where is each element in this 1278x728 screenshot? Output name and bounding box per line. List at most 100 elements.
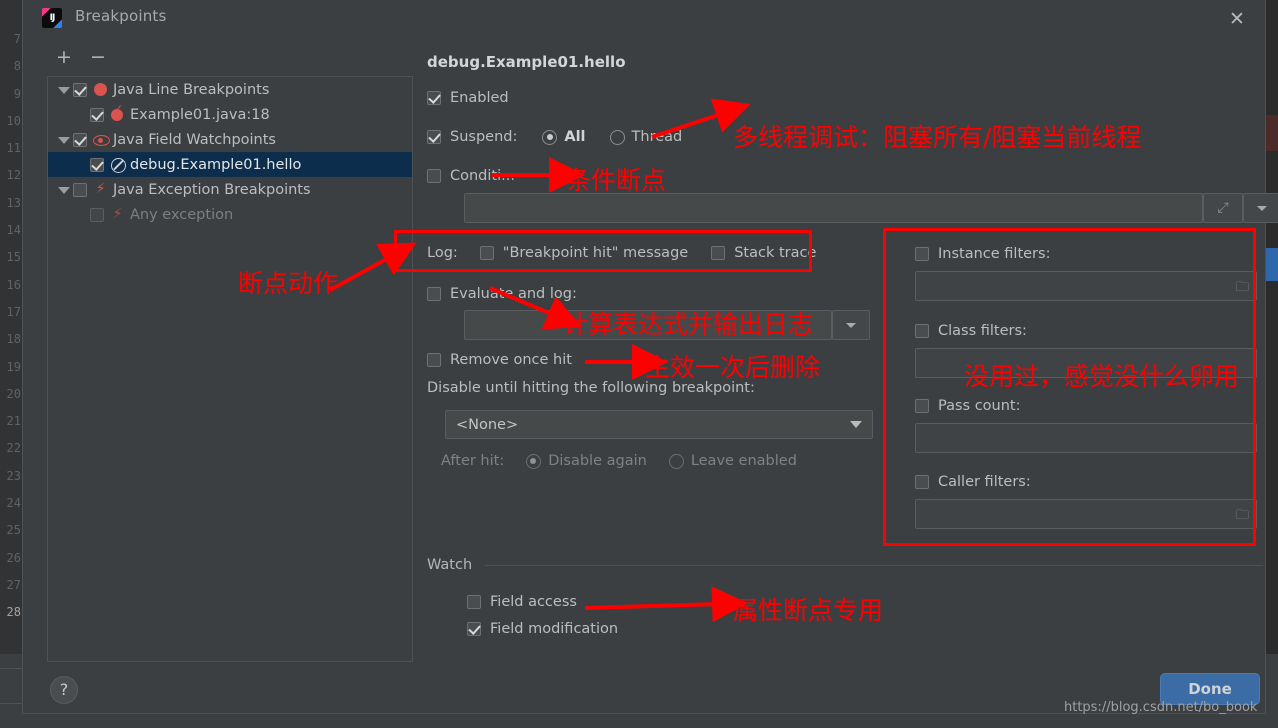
exception-bolt-icon: ⚡ bbox=[95, 181, 106, 197]
log-breakpoint-hit-checkbox[interactable] bbox=[479, 246, 494, 260]
tree-item-checkbox[interactable] bbox=[73, 82, 87, 97]
tree-item-checkbox[interactable] bbox=[73, 182, 87, 197]
chevron-down-icon[interactable] bbox=[56, 183, 70, 197]
suspend-all-radio[interactable] bbox=[542, 129, 558, 145]
annotation-field-watch: 属性断点专用 bbox=[733, 596, 884, 625]
watchpoint-eye-icon bbox=[93, 132, 110, 147]
tree-item-java-exception-breakpoints[interactable]: ⚡ Java Exception Breakpoints bbox=[48, 177, 412, 202]
log-stack-trace-checkbox[interactable] bbox=[711, 246, 726, 260]
field-access-checkbox[interactable] bbox=[467, 595, 481, 609]
line-number: 12 bbox=[6, 168, 21, 183]
editor-bottom-strip bbox=[0, 654, 22, 728]
after-hit-row[interactable]: After hit: Disable again Leave enabled bbox=[441, 453, 797, 469]
remove-once-hit-row[interactable]: Remove once hit bbox=[427, 352, 572, 368]
evaluate-and-log-dropdown-button[interactable] bbox=[832, 310, 870, 340]
tree-item-checkbox[interactable] bbox=[90, 107, 104, 122]
tree-item-debug-example01-hello[interactable]: debug.Example01.hello bbox=[48, 152, 412, 177]
field-modification-checkbox[interactable] bbox=[467, 622, 481, 636]
class-filters-checkbox[interactable] bbox=[915, 324, 929, 338]
suspend-all-radio-row[interactable]: All bbox=[542, 129, 586, 145]
line-number: 10 bbox=[6, 113, 21, 128]
add-breakpoint-button[interactable]: + bbox=[51, 45, 77, 71]
line-number: 23 bbox=[6, 468, 21, 483]
condition-dropdown-button[interactable] bbox=[1243, 193, 1278, 223]
tree-item-any-exception[interactable]: ⚡ Any exception bbox=[48, 202, 412, 227]
condition-row[interactable]: Conditi... bbox=[427, 168, 515, 184]
remove-breakpoint-button[interactable]: − bbox=[85, 45, 111, 71]
tree-item-example01-java-18[interactable]: Example01.java:18 bbox=[48, 102, 412, 127]
editor-scrollbar-thumb[interactable] bbox=[1266, 248, 1278, 281]
after-hit-disable-again-radio[interactable] bbox=[526, 453, 542, 469]
line-number: 11 bbox=[6, 141, 21, 156]
suspend-checkbox[interactable] bbox=[427, 130, 441, 144]
dialog-titlebar: IJ Breakpoints ✕ bbox=[23, 0, 1265, 38]
tree-item-label: Java Field Watchpoints bbox=[113, 131, 276, 148]
evaluate-and-log-checkbox[interactable] bbox=[427, 287, 441, 301]
condition-input[interactable] bbox=[464, 193, 1203, 223]
condition-expand-button[interactable]: ⤢ bbox=[1203, 193, 1243, 223]
tree-item-checkbox[interactable] bbox=[90, 207, 104, 222]
field-modification-label: Field modification bbox=[490, 621, 619, 637]
log-label: Log: bbox=[427, 245, 458, 261]
enabled-checkbox-row[interactable]: Enabled bbox=[427, 90, 509, 106]
pass-count-row[interactable]: Pass count: bbox=[915, 398, 1021, 414]
tree-item-checkbox[interactable] bbox=[90, 157, 104, 172]
condition-checkbox[interactable] bbox=[427, 169, 441, 183]
disable-until-value: <None> bbox=[456, 416, 519, 433]
remove-once-hit-checkbox[interactable] bbox=[427, 353, 441, 367]
line-number: 14 bbox=[6, 223, 21, 238]
log-row[interactable]: Log: "Breakpoint hit" message Stack trac… bbox=[427, 245, 816, 261]
tree-item-label: Java Line Breakpoints bbox=[113, 81, 270, 98]
tree-item-java-field-watchpoints[interactable]: Java Field Watchpoints bbox=[48, 127, 412, 152]
field-modification-row[interactable]: Field modification bbox=[467, 621, 618, 637]
help-button[interactable]: ? bbox=[50, 676, 78, 704]
folder-icon[interactable]: 🗀 bbox=[1236, 278, 1249, 300]
disable-until-dropdown[interactable]: <None> bbox=[445, 410, 873, 439]
instance-filters-checkbox[interactable] bbox=[915, 247, 929, 261]
suspend-row[interactable]: Suspend: All Thread bbox=[427, 129, 682, 145]
after-hit-leave-enabled-radio[interactable] bbox=[668, 453, 684, 469]
tree-item-java-line-breakpoints[interactable]: Java Line Breakpoints bbox=[48, 77, 412, 102]
enabled-checkbox[interactable] bbox=[427, 91, 441, 105]
suspend-thread-radio-row[interactable]: Thread bbox=[609, 129, 682, 145]
instance-filters-input[interactable]: 🗀 bbox=[915, 271, 1257, 301]
tree-toolbar: + − bbox=[51, 45, 141, 71]
line-number: 18 bbox=[6, 332, 21, 347]
pass-count-label: Pass count: bbox=[938, 398, 1021, 414]
editor-error-marker bbox=[1266, 115, 1278, 151]
caller-filters-input[interactable]: 🗀 bbox=[915, 499, 1257, 529]
annotation-evaluate-log: 计算表达式并输出日志 bbox=[563, 310, 814, 339]
line-number: 24 bbox=[6, 496, 21, 511]
pass-count-checkbox[interactable] bbox=[915, 399, 929, 413]
suspend-thread-radio[interactable] bbox=[609, 129, 625, 145]
line-number: 13 bbox=[6, 195, 21, 210]
suspend-label: Suspend: bbox=[450, 129, 518, 145]
folder-icon[interactable]: 🗀 bbox=[1236, 506, 1249, 528]
tree-item-checkbox[interactable] bbox=[73, 132, 87, 147]
evaluate-and-log-row[interactable]: Evaluate and log: bbox=[427, 286, 577, 302]
line-number: 25 bbox=[6, 523, 21, 538]
line-number: 8 bbox=[13, 59, 21, 74]
annotation-remove-once: 生效一次后删除 bbox=[645, 353, 821, 382]
close-icon[interactable]: ✕ bbox=[1225, 7, 1249, 31]
instance-filters-row[interactable]: Instance filters: bbox=[915, 246, 1050, 262]
pass-count-input[interactable] bbox=[915, 423, 1257, 453]
chevron-down-icon[interactable] bbox=[56, 83, 70, 97]
class-filters-row[interactable]: Class filters: bbox=[915, 323, 1027, 339]
field-access-label: Field access bbox=[490, 594, 577, 610]
line-number: 20 bbox=[6, 386, 21, 401]
expand-arrows-icon: ⤢ bbox=[1217, 200, 1229, 216]
field-access-row[interactable]: Field access bbox=[467, 594, 577, 610]
caller-filters-row[interactable]: Caller filters: bbox=[915, 474, 1031, 490]
enabled-label: Enabled bbox=[450, 90, 509, 106]
line-number: 9 bbox=[13, 86, 21, 101]
tree-item-label: debug.Example01.hello bbox=[130, 156, 302, 173]
breakpoints-tree[interactable]: Java Line Breakpoints Example01.java:18 … bbox=[47, 76, 413, 662]
line-number: 17 bbox=[6, 304, 21, 319]
chevron-down-icon[interactable] bbox=[56, 133, 70, 147]
breakpoint-hit-icon bbox=[110, 102, 125, 122]
tree-item-label: Java Exception Breakpoints bbox=[113, 181, 311, 198]
caller-filters-checkbox[interactable] bbox=[915, 475, 929, 489]
editor-scrollbar-strip[interactable] bbox=[1266, 0, 1278, 654]
